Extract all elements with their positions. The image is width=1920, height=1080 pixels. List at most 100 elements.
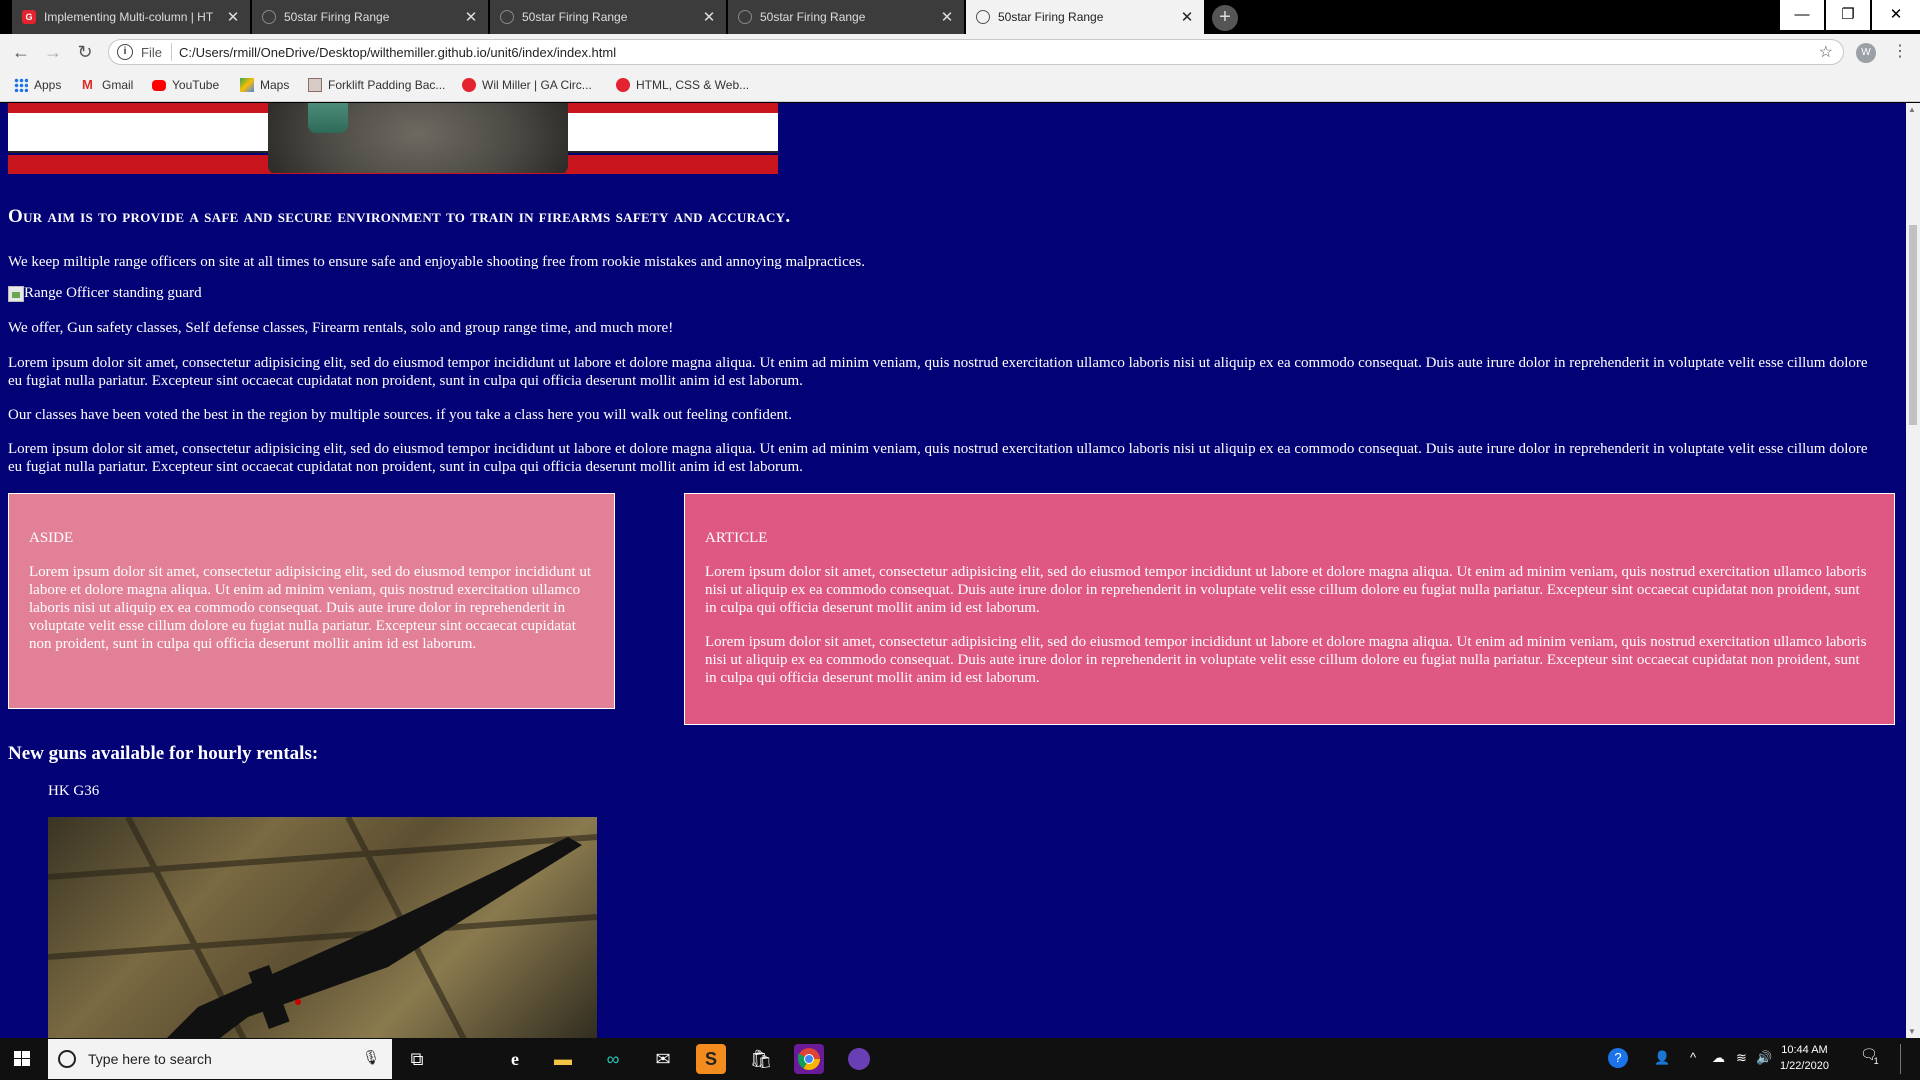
bookmarks-bar: Apps M Gmail YouTube Maps Forklift Paddi… (0, 70, 1920, 102)
bookmark-label: Forklift Padding Bac... (328, 78, 446, 92)
ga-icon: G (22, 10, 36, 24)
bookmark-label: YouTube (172, 78, 220, 92)
close-tab-icon[interactable]: ✕ (464, 8, 478, 26)
restore-button[interactable]: ❐ (1826, 0, 1870, 30)
onedrive-icon[interactable]: ☁ (1712, 1050, 1725, 1066)
image-alt-text: Range Officer standing guard (24, 285, 202, 301)
back-icon[interactable]: ← (10, 41, 32, 63)
bookmark-label: Apps (34, 78, 62, 92)
tab-title: 50star Firing Range (760, 10, 866, 24)
paragraph-lorem: Lorem ipsum dolor sit amet, consectetur … (8, 441, 1868, 475)
store-icon[interactable]: 🛍 (746, 1044, 776, 1074)
article-title: ARTICLE (705, 530, 768, 546)
file-explorer-icon[interactable]: ▬ (548, 1044, 578, 1074)
close-tab-icon[interactable]: ✕ (940, 8, 954, 26)
globe-icon (738, 10, 752, 24)
menu-dots-icon[interactable]: ⋮ (1892, 42, 1908, 62)
bookmark-forklift[interactable]: Forklift Padding Bac... (308, 78, 445, 92)
address-bar[interactable]: i File C:/Users/rmill/OneDrive/Desktop/w… (108, 39, 1844, 65)
profile-avatar[interactable]: W (1856, 43, 1876, 63)
browser-tab[interactable]: 50star Firing Range ✕ (490, 0, 726, 34)
chrome-logo (798, 1048, 820, 1070)
rentals-heading: New guns available for hourly rentals: (8, 743, 319, 764)
page-scrollbar[interactable]: ▲ ▼ (1906, 103, 1920, 1038)
microphone-icon[interactable]: 🎙 (362, 1049, 380, 1066)
show-desktop-button[interactable] (1900, 1044, 1918, 1074)
wifi-icon[interactable]: ≋ (1736, 1050, 1747, 1066)
paragraph-lorem: Lorem ipsum dolor sit amet, consectetur … (8, 355, 1868, 389)
chevron-up-icon[interactable]: ^ (1690, 1050, 1696, 1065)
browser-tab[interactable]: 50star Firing Range ✕ (252, 0, 488, 34)
ga-icon (616, 78, 630, 92)
tab-title: Implementing Multi-column | HT (44, 10, 214, 24)
info-icon[interactable]: i (117, 44, 133, 60)
windows-taskbar: Type here to search 🎙 ⧉ e ▬ ∞ ✉ S 🛍 ? 👤 … (0, 1038, 1920, 1080)
browser-tab-active[interactable]: 50star Firing Range ✕ (966, 0, 1204, 34)
gun-name-label: HK G36 (48, 783, 100, 799)
bookmark-maps[interactable]: Maps (240, 78, 289, 92)
mail-icon[interactable]: ✉ (648, 1044, 678, 1074)
bookmark-ga-circ[interactable]: Wil Miller | GA Circ... (462, 78, 592, 92)
close-tab-icon[interactable]: ✕ (1180, 8, 1194, 26)
new-tab-button[interactable]: + (1212, 5, 1238, 31)
forward-icon[interactable]: → (42, 41, 64, 63)
taskbar-search[interactable]: Type here to search 🎙 (48, 1039, 392, 1079)
page-heading: Our aim is to provide a safe and secure … (8, 206, 791, 227)
aside-box: ASIDE Lorem ipsum dolor sit amet, consec… (8, 493, 615, 709)
globe-icon (976, 10, 990, 24)
close-window-button[interactable]: ✕ (1872, 0, 1920, 30)
browser-tab[interactable]: 50star Firing Range ✕ (728, 0, 964, 34)
infinity-app-icon[interactable]: ∞ (598, 1044, 628, 1074)
browser-tab[interactable]: G Implementing Multi-column | HT ✕ (12, 0, 250, 34)
bookmark-apps[interactable]: Apps (14, 78, 61, 92)
bookmark-label: Maps (260, 78, 290, 92)
tab-title: 50star Firing Range (284, 10, 390, 24)
globe-icon (500, 10, 514, 24)
bookmark-html-css[interactable]: HTML, CSS & Web... (616, 78, 749, 92)
range-officer-image: Range Officer standing guard (8, 285, 202, 302)
clock-time: 10:44 AM (1781, 1044, 1828, 1056)
aside-text: Lorem ipsum dolor sit amet, consectetur … (29, 564, 591, 652)
broken-image-icon (8, 285, 24, 302)
close-tab-icon[interactable]: ✕ (226, 8, 240, 26)
windows-logo-icon (14, 1051, 30, 1066)
edge-icon[interactable]: e (500, 1044, 530, 1074)
bookmark-gmail[interactable]: M Gmail (82, 78, 133, 93)
sublime-text-icon[interactable]: S (696, 1044, 726, 1074)
scroll-up-icon[interactable]: ▲ (1908, 105, 1916, 114)
task-view-icon[interactable]: ⧉ (402, 1044, 432, 1074)
bookmark-youtube[interactable]: YouTube (152, 78, 219, 92)
header-banner-image (8, 103, 778, 174)
bookmark-label: HTML, CSS & Web... (636, 78, 750, 92)
chrome-icon[interactable] (794, 1044, 824, 1074)
divider (171, 43, 172, 61)
tab-title: 50star Firing Range (998, 10, 1104, 24)
system-clock[interactable]: 10:44 AM 1/22/2020 (1780, 1042, 1829, 1074)
close-tab-icon[interactable]: ✕ (702, 8, 716, 26)
page-viewport[interactable]: Our aim is to provide a safe and secure … (0, 103, 1906, 1038)
page-icon (308, 78, 322, 92)
app-icon[interactable] (844, 1044, 874, 1074)
bookmark-star-icon[interactable]: ☆ (1819, 42, 1833, 62)
help-icon[interactable]: ? (1608, 1048, 1628, 1068)
statue-graphic (308, 103, 348, 133)
paragraph-offer: We offer, Gun safety classes, Self defen… (8, 320, 674, 336)
minimize-button[interactable]: — (1780, 0, 1824, 30)
start-button[interactable] (0, 1038, 46, 1080)
cortana-icon (58, 1050, 76, 1068)
tab-title: 50star Firing Range (522, 10, 628, 24)
paragraph-officers: We keep miltiple range officers on site … (8, 254, 865, 270)
reload-icon[interactable]: ↻ (74, 41, 96, 63)
notifications-icon[interactable]: 🗨 1 (1860, 1046, 1887, 1066)
article-text: Lorem ipsum dolor sit amet, consectetur … (705, 564, 1867, 616)
browser-toolbar: ← → ↻ i File C:/Users/rmill/OneDrive/Des… (0, 34, 1920, 70)
scrollbar-thumb[interactable] (1909, 225, 1917, 425)
scroll-down-icon[interactable]: ▼ (1908, 1027, 1916, 1036)
tab-strip: G Implementing Multi-column | HT ✕ 50sta… (0, 0, 1920, 34)
url-text[interactable]: C:/Users/rmill/OneDrive/Desktop/wilthemi… (179, 45, 616, 60)
bookmark-label: Wil Miller | GA Circ... (482, 78, 592, 92)
search-placeholder: Type here to search (88, 1051, 212, 1067)
apps-grid-icon (14, 78, 28, 92)
people-icon[interactable]: 👤 (1654, 1050, 1670, 1066)
volume-icon[interactable]: 🔊 (1756, 1050, 1772, 1066)
